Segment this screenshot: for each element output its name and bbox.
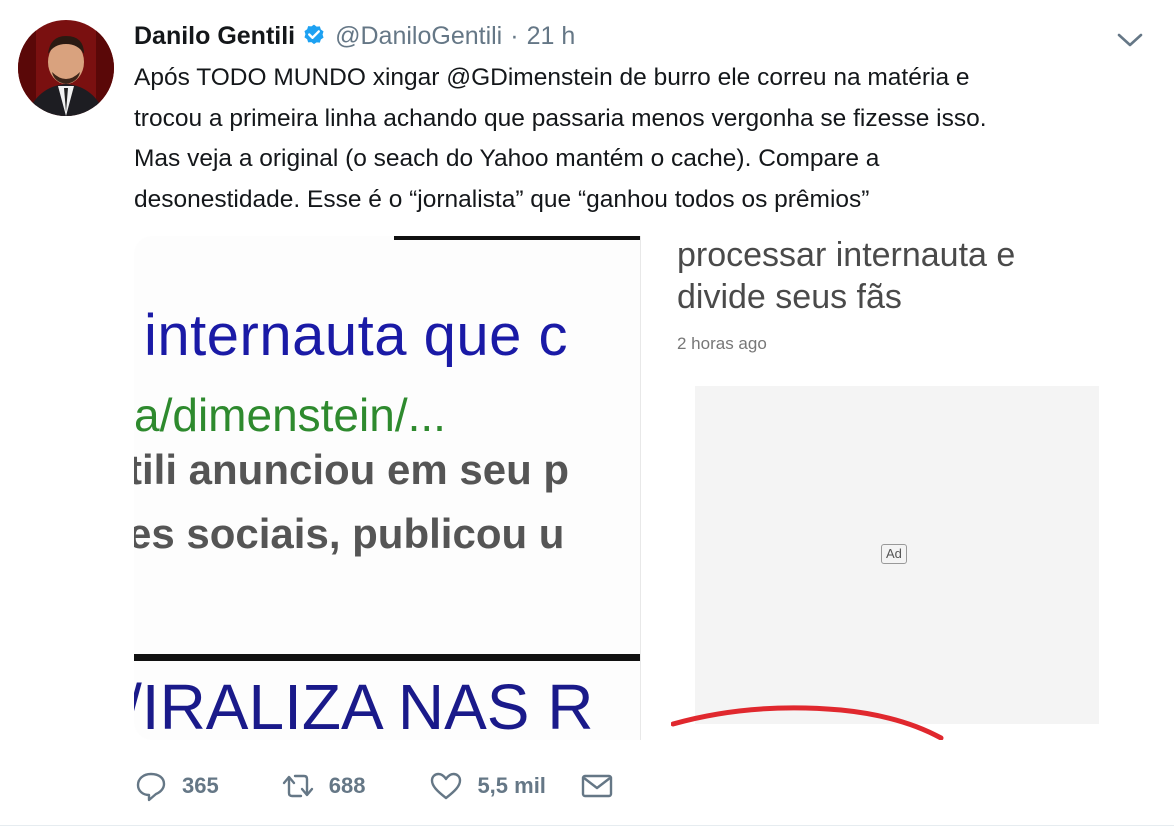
tweet-text-line: Mas veja a original (o seach do Yahoo ma… [134,145,880,172]
article-timestamp: 2 horas ago [677,334,767,353]
envelope-icon [581,774,613,798]
media-image-right[interactable]: processar internauta e divide seus fãs 2… [640,236,1146,740]
author-handle[interactable]: @DaniloGentili [335,22,502,51]
avatar[interactable] [18,20,114,116]
tweet-text-line: desonestidade. Esse é o “jornalista” que… [134,185,870,213]
image-text: internauta que c [144,303,568,368]
tweet-text: Após TODO MUNDO xingar @GDimenstein de b… [134,58,1134,220]
retweet-icon [282,774,313,798]
avatar-image [18,20,114,116]
image-text: es sociais, publicou u [134,510,565,557]
separator-dot: · [510,21,519,50]
chevron-down-icon[interactable] [1114,28,1146,52]
ad-placeholder: Ad [695,386,1099,724]
ad-badge: Ad [881,544,907,564]
tweet-text-line: trocou a primeira linha achando que pass… [134,104,987,132]
verified-badge-icon [304,24,324,45]
tweet-text-line: Após TODO MUNDO xingar @GDimenstein de b… [134,64,970,91]
direct-message-button[interactable] [580,769,614,803]
image-divider-bar [134,654,640,661]
like-button[interactable]: 5,5 mil [429,769,546,803]
reply-button[interactable]: 365 [134,769,219,803]
image-text: /IRALIZA NAS R [134,671,594,740]
author-name[interactable]: Danilo Gentili [134,22,295,51]
heart-icon [431,772,462,800]
media-image-left[interactable]: internauta que c a/dimenstein/... tili a… [134,236,640,740]
image-text: tili anunciou em seu p [134,446,570,493]
reply-count: 365 [182,773,219,798]
tweet-media[interactable]: internauta que c a/dimenstein/... tili a… [134,236,1146,740]
image-text: a/dimenstein/... [134,389,446,441]
tweet-divider [0,825,1174,826]
like-count: 5,5 mil [477,773,546,798]
retweet-button[interactable]: 688 [281,769,366,803]
article-title: processar internauta e [677,236,1016,274]
tweet: Danilo Gentili @DaniloGentili · 21 h Apó… [0,0,1174,832]
retweet-count: 688 [328,773,366,798]
tweet-actions: 365 688 5,5 mil [134,766,614,806]
red-scribble-mark [671,705,944,740]
tweet-timestamp[interactable]: 21 h [527,22,576,51]
reply-icon [136,772,166,802]
image-divider-bar [394,236,640,240]
article-title: divide seus fãs [677,278,902,316]
tweet-header: Danilo Gentili @DaniloGentili · 21 h [134,18,575,54]
